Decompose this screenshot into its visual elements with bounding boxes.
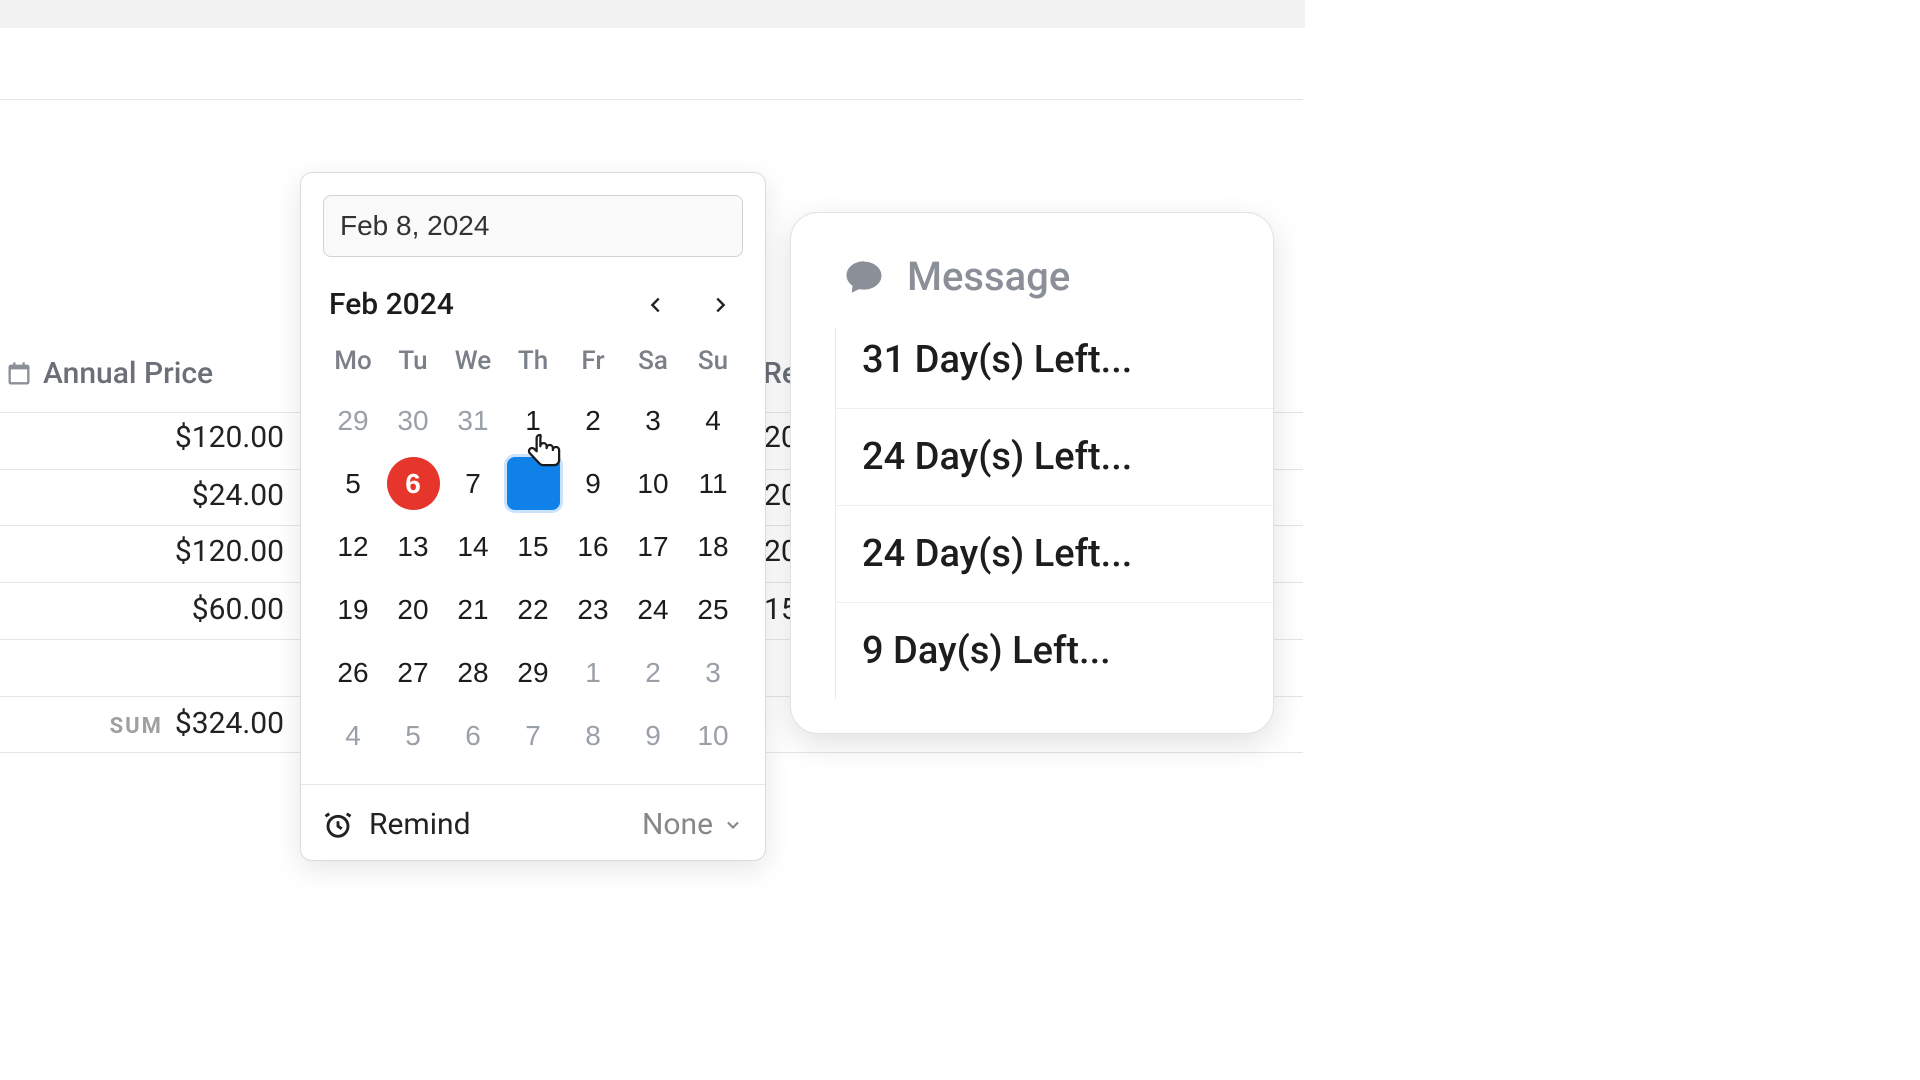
day-cell[interactable]: 4: [327, 709, 380, 762]
day-cell[interactable]: 9: [567, 457, 620, 510]
message-item[interactable]: 9 Day(s) Left...: [836, 602, 1273, 699]
day-cell[interactable]: 8: [567, 709, 620, 762]
day-cell[interactable]: 5: [387, 709, 440, 762]
day-cell[interactable]: [507, 457, 560, 510]
alarm-clock-icon: [323, 810, 353, 840]
day-cell[interactable]: 12: [327, 520, 380, 573]
remind-label: Remind: [369, 807, 470, 842]
divider: [0, 99, 1303, 100]
message-item[interactable]: 31 Day(s) Left...: [836, 328, 1273, 408]
next-month-button[interactable]: [703, 288, 737, 322]
day-cell[interactable]: 3: [627, 394, 680, 447]
weekday-label: Sa: [623, 346, 683, 376]
message-item[interactable]: 24 Day(s) Left...: [836, 505, 1273, 602]
day-cell[interactable]: 7: [447, 457, 500, 510]
day-cell[interactable]: 2: [567, 394, 620, 447]
day-cell[interactable]: 16: [567, 520, 620, 573]
day-cell[interactable]: 18: [687, 520, 740, 573]
message-card: Message 31 Day(s) Left...24 Day(s) Left.…: [790, 212, 1274, 734]
chat-bubble-icon: [843, 256, 885, 298]
day-cell[interactable]: 11: [687, 457, 740, 510]
prev-month-button[interactable]: [639, 288, 673, 322]
chevron-left-icon: [645, 294, 667, 316]
day-cell[interactable]: 26: [327, 646, 380, 699]
month-year-button[interactable]: Feb 2024: [329, 287, 454, 322]
day-cell[interactable]: 15: [507, 520, 560, 573]
weekday-label: Fr: [563, 346, 623, 376]
day-cell[interactable]: 6: [387, 457, 440, 510]
day-cell[interactable]: 29: [507, 646, 560, 699]
day-cell[interactable]: 31: [447, 394, 500, 447]
column-header-label: Annual Price: [43, 356, 213, 391]
day-cell[interactable]: 25: [687, 583, 740, 636]
column-header-annual-price[interactable]: Annual Price: [5, 356, 213, 391]
top-band: [0, 0, 1305, 28]
day-cell[interactable]: 24: [627, 583, 680, 636]
day-cell[interactable]: 21: [447, 583, 500, 636]
weekday-label: Mo: [323, 346, 383, 376]
day-cell[interactable]: 3: [687, 646, 740, 699]
day-cell[interactable]: 14: [447, 520, 500, 573]
day-cell[interactable]: 1: [507, 394, 560, 447]
weekday-label: Su: [683, 346, 743, 376]
day-cell[interactable]: 4: [687, 394, 740, 447]
price-cell[interactable]: $24.00: [192, 478, 284, 513]
day-cell[interactable]: 10: [627, 457, 680, 510]
day-cell[interactable]: 29: [327, 394, 380, 447]
day-cell[interactable]: 9: [627, 709, 680, 762]
sum-value: $324.00: [175, 706, 284, 741]
price-cell[interactable]: $60.00: [192, 592, 284, 627]
calendar-icon: [5, 360, 33, 388]
sum-row: SUM $324.00: [110, 706, 284, 741]
chevron-right-icon: [709, 294, 731, 316]
message-item[interactable]: 24 Day(s) Left...: [836, 408, 1273, 505]
day-cell[interactable]: 2: [627, 646, 680, 699]
day-cell[interactable]: 17: [627, 520, 680, 573]
weekday-label: Tu: [383, 346, 443, 376]
day-cell[interactable]: 30: [387, 394, 440, 447]
day-cell[interactable]: 5: [327, 457, 380, 510]
price-cell[interactable]: $120.00: [175, 420, 284, 455]
chevron-down-icon: [723, 815, 743, 835]
day-cell[interactable]: 19: [327, 583, 380, 636]
message-title: Message: [907, 253, 1070, 300]
price-cell[interactable]: $120.00: [175, 534, 284, 569]
remind-value: None: [642, 807, 713, 842]
day-cell[interactable]: 1: [567, 646, 620, 699]
day-cell[interactable]: 27: [387, 646, 440, 699]
day-cell[interactable]: 23: [567, 583, 620, 636]
day-cell[interactable]: 10: [687, 709, 740, 762]
day-cell[interactable]: 20: [387, 583, 440, 636]
date-input[interactable]: [323, 195, 743, 257]
day-cell[interactable]: 13: [387, 520, 440, 573]
weekday-label: We: [443, 346, 503, 376]
remind-select[interactable]: None: [642, 807, 743, 842]
sum-label: SUM: [110, 714, 163, 739]
date-picker-popover: Feb 2024 MoTuWeThFrSaSu 2930311234567910…: [300, 172, 766, 861]
day-cell[interactable]: 7: [507, 709, 560, 762]
day-cell[interactable]: 6: [447, 709, 500, 762]
day-cell[interactable]: 28: [447, 646, 500, 699]
weekday-label: Th: [503, 346, 563, 376]
day-cell[interactable]: 22: [507, 583, 560, 636]
